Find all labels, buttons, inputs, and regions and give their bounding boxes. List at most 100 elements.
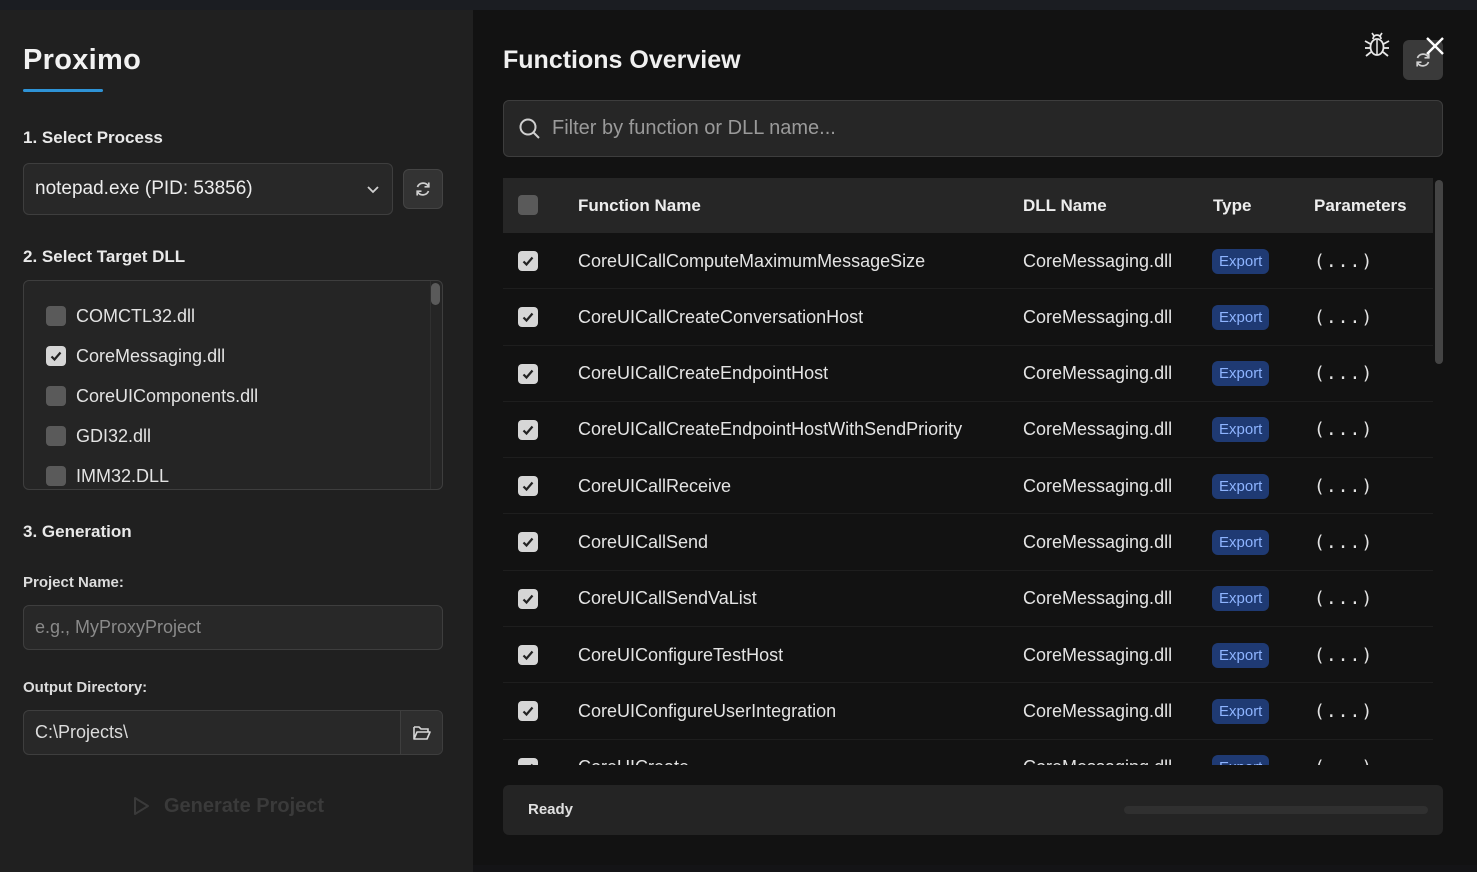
dll-list-item[interactable]: CoreUIComponents.dll [46,381,258,411]
row-checkbox[interactable] [518,701,538,722]
row-select-cell [518,514,538,570]
type-badge: Export [1212,304,1270,330]
table-scrollbar[interactable] [1435,178,1443,765]
app-title: Proximo [23,44,142,76]
row-checkbox[interactable] [518,588,538,609]
search-bar[interactable] [503,100,1443,157]
parameters-cell[interactable]: (...) [1314,458,1373,514]
table-row[interactable]: CoreUIConfigureUserIntegration CoreMessag… [503,683,1433,740]
dll-name: CoreUIComponents.dll [76,385,259,406]
search-icon [519,118,540,139]
function-name-cell: CoreUICreate [578,740,689,765]
parameters-cell[interactable]: (...) [1314,402,1373,458]
function-name-cell: CoreUICallCreateEndpointHost [578,363,829,384]
table-row[interactable]: CoreUICallComputeMaximumMessageSize CoreM… [503,233,1433,290]
parameters-cell[interactable]: (...) [1314,233,1373,289]
table-row[interactable]: CoreUICallReceive CoreMessaging.dll Export… [503,458,1433,515]
parameters-cell[interactable]: (...) [1314,627,1373,683]
parameters-cell[interactable]: (...) [1314,289,1373,345]
parameters-cell[interactable]: (...) [1314,571,1373,627]
table-row[interactable]: CoreUICallCreateEndpointHostWithSendPrio… [503,402,1433,459]
row-select-cell [518,402,538,458]
row-checkbox[interactable] [518,757,538,765]
search-input[interactable] [552,117,1428,140]
dll-name-cell: CoreMessaging.dll [1023,700,1173,721]
dll-name-cell: CoreMessaging.dll [1023,475,1173,496]
process-dropdown[interactable]: notepad.exe (PID: 53856) [23,163,393,215]
project-name-label: Project Name: [23,574,124,591]
row-checkbox[interactable] [518,476,538,497]
dll-name-cell: CoreMessaging.dll [1023,644,1173,665]
type-cell: Export [1212,289,1270,345]
select-process-label: 1. Select Process [23,128,163,147]
column-header-parameters[interactable]: Parameters [1314,196,1407,216]
generate-project-label: Generate Project [164,794,325,817]
generate-project-button[interactable]: Generate Project [130,790,324,822]
table-row[interactable]: CoreUICallSend CoreMessaging.dll Export (..… [503,514,1433,571]
row-checkbox[interactable] [518,645,538,666]
select-all-checkbox[interactable] [518,195,538,215]
progress-bar [1124,806,1428,814]
generation-label: 3. Generation [23,522,132,541]
table-row[interactable]: CoreUICallCreateEndpointHost CoreMessagin… [503,346,1433,402]
close-icon[interactable] [1423,34,1447,58]
dll-checkbox[interactable] [46,466,66,486]
parameters-cell[interactable]: (...) [1314,683,1373,739]
row-checkbox[interactable] [518,307,538,328]
dll-list-item[interactable]: GDI32.dll [46,421,151,451]
column-header-function-name[interactable]: Function Name [578,196,701,216]
parameters-cell[interactable]: (...) [1314,346,1373,402]
dll-name-cell: CoreMessaging.dll [1023,306,1173,327]
dll-list-item[interactable]: COMCTL32.dll [46,301,195,331]
row-checkbox[interactable] [518,532,538,553]
table-row[interactable]: CoreUIConfigureTestHost CoreMessaging.dll… [503,627,1433,684]
type-cell: Export [1212,346,1270,402]
function-name-cell: CoreUIConfigureUserIntegration [578,700,837,721]
type-cell: Export [1212,683,1270,739]
row-checkbox[interactable] [518,419,538,440]
main-panel: Functions Overview Function Name DLL Nam… [473,10,1477,865]
chevron-down-icon [367,186,379,194]
type-badge: Export [1212,361,1270,387]
functions-table: Function Name DLL Name Type Parameters C… [503,178,1443,765]
row-select-cell [518,346,538,402]
output-directory-value[interactable]: C:\Projects\ [24,711,400,754]
type-cell: Export [1212,627,1270,683]
play-icon [134,797,149,815]
bug-icon[interactable] [1362,30,1392,60]
dll-checkbox[interactable] [46,346,66,366]
browse-directory-button[interactable] [400,711,442,754]
function-name-cell: CoreUIConfigureTestHost [578,644,784,665]
dll-checkbox[interactable] [46,306,66,326]
parameters-cell[interactable]: (...) [1314,740,1373,765]
table-row[interactable]: CoreUICallSendVaList CoreMessaging.dll Exp… [503,571,1433,628]
output-directory-field[interactable]: C:\Projects\ [23,710,443,755]
dll-checkbox[interactable] [46,426,66,446]
type-cell: Export [1212,233,1270,289]
row-checkbox[interactable] [518,251,538,271]
dll-list-item[interactable]: IMM32.DLL [46,461,169,489]
status-text: Ready [528,801,574,818]
parameters-cell[interactable]: (...) [1314,514,1373,570]
table-scroll-thumb[interactable] [1435,180,1443,364]
refresh-processes-button[interactable] [403,169,443,209]
type-badge: Export [1212,755,1270,765]
output-directory-label: Output Directory: [23,679,148,696]
dll-name: CoreMessaging.dll [76,345,226,366]
column-header-dll-name[interactable]: DLL Name [1023,196,1107,216]
window-top-strip [0,0,1477,10]
type-badge: Export [1212,529,1270,555]
row-checkbox[interactable] [518,363,538,384]
type-badge: Export [1212,473,1270,499]
dll-list-scrollbar[interactable] [431,283,440,487]
dll-checkbox[interactable] [46,386,66,406]
dll-list-item[interactable]: CoreMessaging.dll [46,341,225,371]
row-select-cell [518,627,538,683]
column-header-type[interactable]: Type [1213,196,1251,216]
project-name-input[interactable] [23,605,443,650]
type-badge: Export [1212,417,1270,443]
dll-list[interactable]: COMCTL32.dll CoreMessaging.dll CoreUICompo… [23,280,443,490]
table-row[interactable]: CoreUICreate CoreMessaging.dll Export (...) [503,740,1433,765]
table-row[interactable]: CoreUICallCreateConversationHost CoreMess… [503,289,1433,346]
dll-list-scroll-thumb[interactable] [431,283,440,305]
